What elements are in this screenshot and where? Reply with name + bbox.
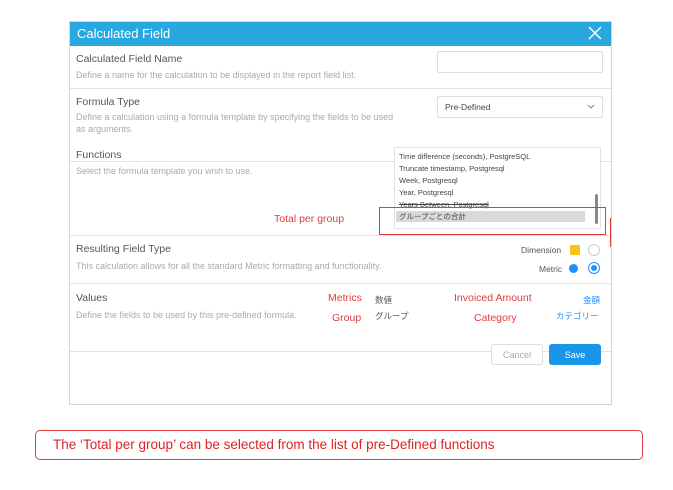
dimension-label: Dimension: [521, 245, 562, 255]
name-description: Define a name for the calculation to be …: [76, 70, 357, 80]
formula-type-select[interactable]: Pre-Defined: [437, 96, 603, 118]
functions-description: Select the formula template you wish to …: [76, 166, 253, 176]
metrics-annotation: Metrics: [328, 292, 362, 304]
function-item[interactable]: Week, Postgresql: [399, 176, 458, 185]
group-annotation: Group: [332, 312, 362, 324]
dialog-titlebar: Calculated Field: [70, 22, 611, 46]
close-icon[interactable]: [586, 24, 604, 42]
values-description: Define the fields to be used by this pre…: [76, 310, 297, 320]
caption-text: The ‘Total per group’ can be selected fr…: [53, 437, 495, 452]
selected-function-highlight: [379, 207, 606, 235]
values-label: Values: [76, 292, 108, 304]
formula-type-description-line2: as arguments.: [76, 124, 134, 134]
metrics-field-link[interactable]: 金額: [583, 294, 600, 306]
function-item[interactable]: Truncate timestamp, Postgresql: [399, 164, 505, 173]
calculated-field-name-input[interactable]: [437, 51, 603, 73]
function-item[interactable]: Time difference (seconds), PostgreSQL: [399, 152, 530, 161]
function-item[interactable]: Year, Postgresql: [399, 188, 453, 197]
formula-type-label: Formula Type: [76, 96, 140, 108]
resulting-field-type-section: Resulting Field Type This calculation al…: [70, 236, 611, 284]
dialog-title: Calculated Field: [77, 26, 171, 41]
metric-label: Metric: [539, 264, 563, 274]
resulting-field-type-description: This calculation allows for all the stan…: [76, 261, 382, 271]
metrics-argument: 数値: [375, 295, 393, 305]
formula-type-description-line1: Define a calculation using a formula tem…: [76, 112, 394, 122]
chevron-down-icon: [587, 104, 595, 109]
formula-type-value: Pre-Defined: [445, 102, 491, 112]
group-field-link[interactable]: カテゴリー: [556, 310, 599, 322]
cancel-button[interactable]: Cancel: [491, 344, 543, 365]
caption-box: The ‘Total per group’ can be selected fr…: [35, 430, 643, 460]
save-button[interactable]: Save: [549, 344, 601, 365]
dimension-radio[interactable]: [588, 244, 600, 256]
category-annotation: Category: [474, 312, 517, 324]
total-per-group-annotation: Total per group: [274, 213, 345, 225]
group-argument: グループ: [375, 311, 409, 321]
resulting-field-type-label: Resulting Field Type: [76, 243, 171, 255]
dimension-icon: [570, 245, 580, 255]
name-label: Calculated Field Name: [76, 53, 183, 65]
invoiced-amount-annotation: Invoiced Amount: [454, 292, 532, 304]
highlight-edge: [610, 218, 612, 247]
functions-label: Functions: [76, 149, 122, 161]
metric-icon: [569, 264, 578, 273]
metric-radio[interactable]: [588, 262, 600, 274]
